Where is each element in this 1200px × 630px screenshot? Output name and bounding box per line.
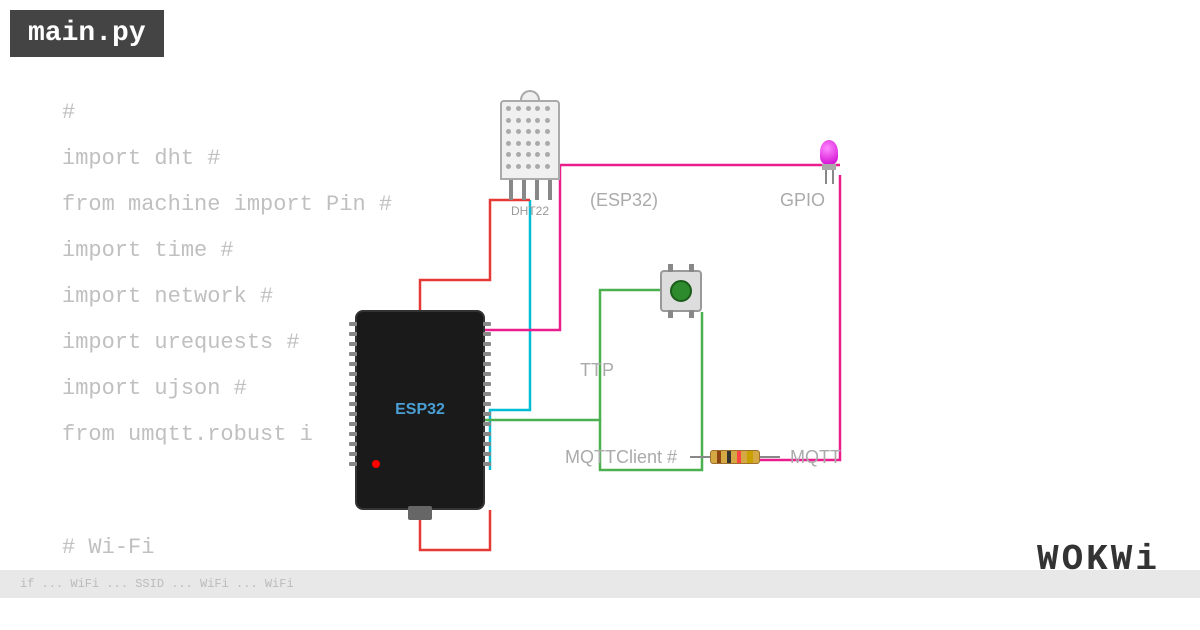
main-container: main.py # import dht # from machine impo… <box>0 0 1200 630</box>
esp32-board: ESP32 <box>355 310 485 510</box>
mqtt-client-label: MQTTClient # <box>565 447 677 468</box>
btn-pin-br <box>689 310 694 318</box>
resistor-element <box>710 450 760 464</box>
wire-magenta-2 <box>760 175 840 460</box>
bottom-scroll-area[interactable]: if ... WiFi ... SSID ... WiFi ... WiFi <box>0 570 1200 598</box>
led-bulb <box>820 140 838 164</box>
code-line-3: from machine import Pin # <box>62 182 392 228</box>
http-circuit-label: TTP <box>580 360 614 381</box>
dht22-pins <box>500 180 560 200</box>
pushbutton[interactable] <box>660 270 702 312</box>
code-line-2: import dht # <box>62 136 392 182</box>
code-line-4: import time # <box>62 228 392 274</box>
title-label: main.py <box>28 18 146 49</box>
gpio-circuit-label: GPIO <box>780 190 825 211</box>
dht22-sensor: DHT22 <box>500 100 560 218</box>
mqtt-label: MQTT <box>790 447 841 468</box>
bottom-scroll-text: if ... WiFi ... SSID ... WiFi ... WiFi <box>20 577 294 591</box>
resistor-band-2 <box>727 451 731 463</box>
dht22-label: DHT22 <box>500 204 560 218</box>
resistor-band-3 <box>737 451 741 463</box>
esp32-red-indicator <box>372 460 380 468</box>
led <box>820 140 838 184</box>
esp32-label: ESP32 <box>395 401 445 419</box>
btn-pin-bl <box>668 310 673 318</box>
dht22-notch <box>520 90 540 100</box>
pushbutton-cap[interactable] <box>670 280 692 302</box>
esp32-usb <box>408 506 432 520</box>
wire-green-1 <box>485 290 660 420</box>
code-line-5: import network # <box>62 274 392 320</box>
led-pins <box>822 170 836 184</box>
esp32-pins-right <box>483 322 491 466</box>
code-line-1: # <box>62 90 392 136</box>
pushbutton-body[interactable] <box>660 270 702 312</box>
btn-pin-tl <box>668 264 673 272</box>
esp32-pins-left <box>349 322 357 466</box>
code-area: # import dht # from machine import Pin #… <box>62 90 392 458</box>
dht22-grid <box>502 102 558 178</box>
code-line-7: import ujson # <box>62 366 392 412</box>
resistor-band-1 <box>717 451 721 463</box>
resistor-lead-right <box>760 456 780 458</box>
code-line-8: from umqtt.robust i <box>62 412 392 458</box>
wire-cyan <box>490 200 530 470</box>
resistor-lead-left <box>690 456 710 458</box>
code-line-6: import urequests # <box>62 320 392 366</box>
wokwi-logo: WOKWi <box>1037 539 1160 580</box>
resistor-body <box>690 450 780 464</box>
btn-pin-tr <box>689 264 694 272</box>
resistor-band-4 <box>747 451 753 463</box>
resistor <box>690 450 780 464</box>
wifi-comment-label: # Wi-Fi <box>62 535 154 560</box>
esp32-circuit-label: (ESP32) <box>590 190 658 211</box>
title-bar: main.py <box>10 10 164 57</box>
dht22-body <box>500 100 560 180</box>
